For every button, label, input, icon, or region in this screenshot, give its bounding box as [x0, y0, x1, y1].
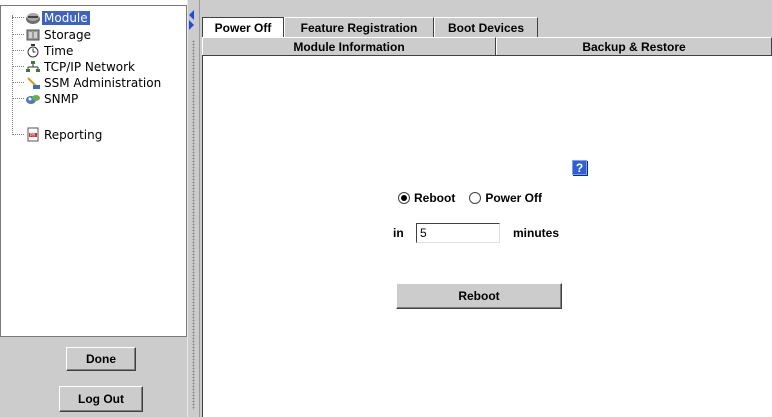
network-icon: [24, 59, 42, 74]
content-panel: Power Off Feature Registration Boot Devi…: [200, 0, 772, 417]
tree-item-storage[interactable]: Storage: [12, 27, 186, 42]
tree-item-label: SSM Administration: [44, 75, 162, 90]
left-button-area: Done Log Out: [0, 337, 187, 417]
reboot-button[interactable]: Reboot: [396, 283, 562, 309]
module-icon: [24, 10, 42, 25]
power-off-panel: ? Reboot Power Off in minutes Reboot: [202, 55, 772, 417]
tree-branch: [12, 66, 24, 67]
navigation-tree: Module Storage Time TCP/IP Network SSM A…: [0, 5, 187, 337]
tree-item-label: Time: [44, 43, 74, 58]
reporting-icon: PR: [24, 127, 42, 142]
splitter-grip: [192, 40, 195, 410]
radio-selected-icon: [398, 192, 410, 204]
radio-unselected-icon: [469, 192, 482, 204]
svg-text:PR: PR: [30, 133, 35, 138]
tree-branch: [12, 17, 24, 18]
tab-module-information[interactable]: Module Information: [202, 37, 496, 55]
tree-item-snmp[interactable]: SNMP: [12, 91, 186, 106]
tree-item-time[interactable]: Time: [12, 43, 186, 58]
expand-right-icon[interactable]: [189, 20, 194, 30]
logout-button[interactable]: Log Out: [59, 386, 143, 412]
tree-item-reporting[interactable]: PR Reporting: [12, 127, 186, 142]
admin-icon: [24, 75, 42, 90]
tree-item-label: Reporting: [44, 127, 103, 142]
in-label: in: [393, 226, 404, 240]
power-off-radio[interactable]: Power Off: [469, 191, 542, 205]
tab-feature-registration[interactable]: Feature Registration: [284, 17, 434, 37]
tree-branch: [12, 82, 24, 83]
snmp-icon: [24, 91, 42, 106]
tree-item-module[interactable]: Module: [12, 10, 186, 25]
tab-boot-devices[interactable]: Boot Devices: [434, 17, 538, 37]
tree-item-ssm-administration[interactable]: SSM Administration: [12, 75, 186, 90]
collapse-left-icon[interactable]: [189, 10, 194, 20]
reboot-radio[interactable]: Reboot: [398, 191, 455, 205]
pane-splitter[interactable]: [187, 0, 200, 417]
power-action-radio-group: Reboot Power Off: [398, 189, 542, 207]
minutes-input[interactable]: [416, 223, 500, 243]
tree-branch: [12, 134, 24, 135]
tree-item-label: Module: [42, 10, 90, 25]
reboot-radio-label: Reboot: [414, 191, 456, 205]
tab-backup-restore[interactable]: Backup & Restore: [496, 37, 772, 55]
tree-item-label: SNMP: [44, 91, 79, 106]
tab-power-off[interactable]: Power Off: [202, 17, 284, 37]
minutes-label: minutes: [513, 226, 560, 240]
tab-row-bottom: Module Information Backup & Restore: [202, 37, 772, 55]
tree-item-label: Storage: [44, 27, 91, 42]
time-icon: [24, 43, 42, 58]
tree-item-label: TCP/IP Network: [44, 59, 135, 74]
help-icon[interactable]: ?: [572, 160, 587, 175]
done-button[interactable]: Done: [66, 347, 136, 371]
tree-branch: [12, 34, 24, 35]
storage-icon: [24, 27, 42, 42]
tree-branch: [12, 50, 24, 51]
delay-row: in minutes: [393, 223, 573, 243]
tree-item-tcpip-network[interactable]: TCP/IP Network: [12, 59, 186, 74]
tree-branch: [12, 98, 24, 99]
power-off-radio-label: Power Off: [485, 191, 542, 205]
